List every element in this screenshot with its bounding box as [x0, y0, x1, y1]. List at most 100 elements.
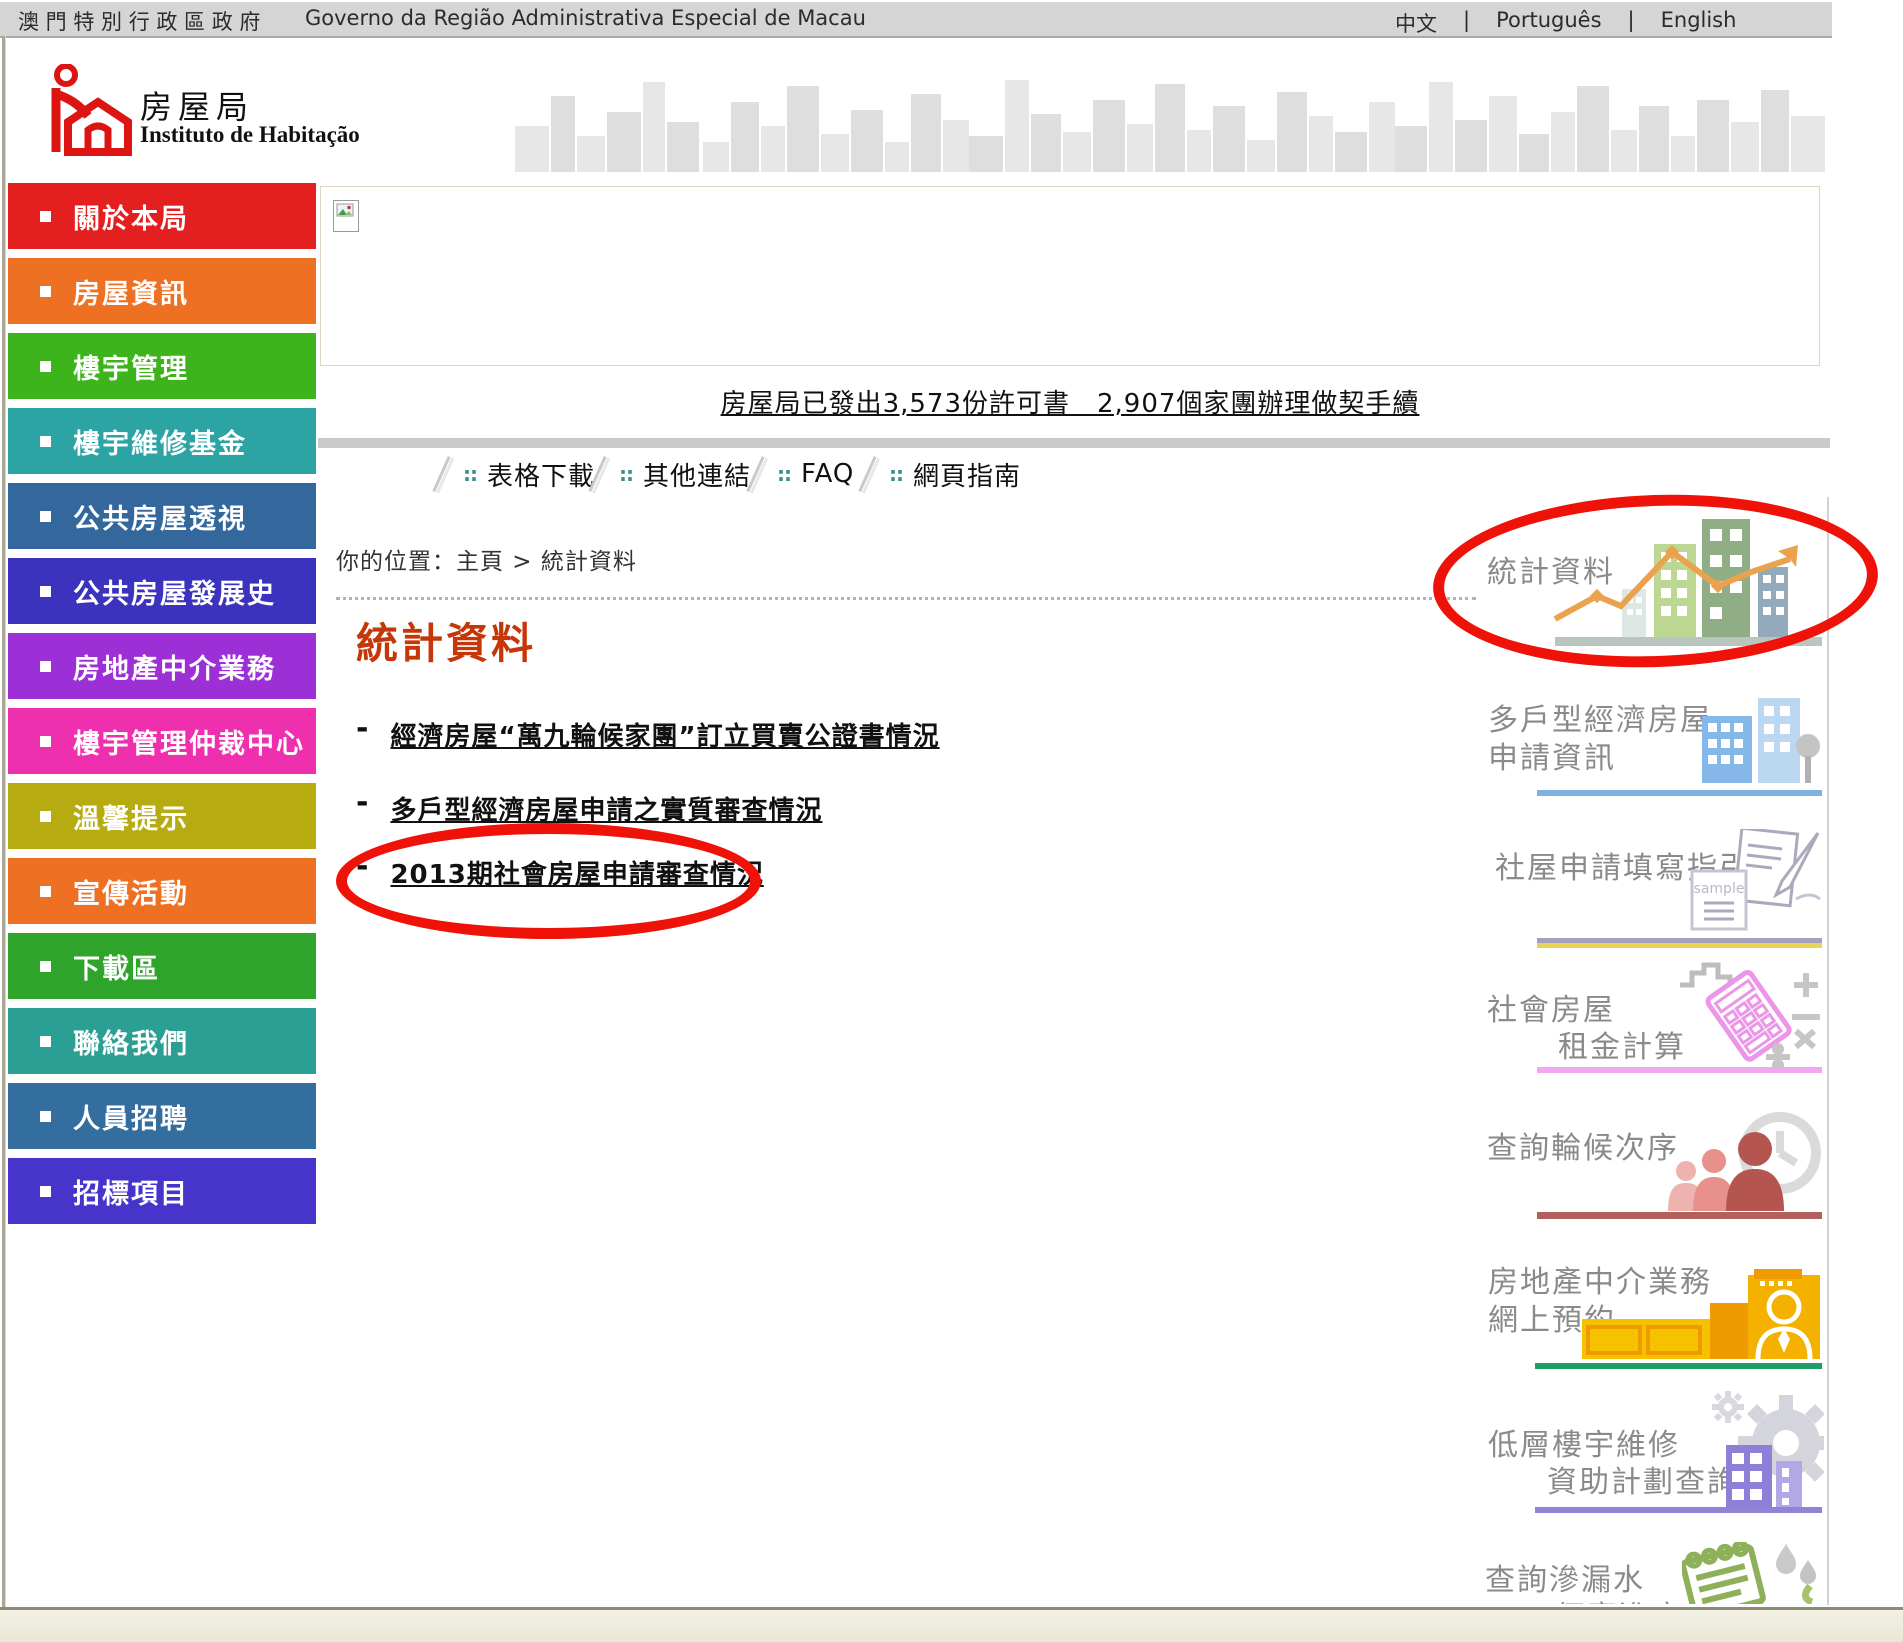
page-title: 統計資料 — [356, 610, 536, 671]
breadcrumb: 你的位置：主頁 > 統計資料 — [336, 542, 637, 576]
tab-link[interactable]: FAQ — [801, 459, 854, 489]
queue-people-clock-icon — [1658, 1105, 1824, 1215]
banner-placeholder-box — [320, 186, 1820, 366]
square-bullet-icon — [40, 661, 51, 672]
sidebar-item-public-housing[interactable]: 公共房屋透視 — [8, 483, 316, 549]
list-item: - 經濟房屋“萬九輪候家團”訂立買賣公證書情況 — [356, 716, 940, 753]
list-item: - 多戶型經濟房屋申請之實質審查情況 — [356, 790, 822, 827]
language-switcher: 中文 | Português | English — [1395, 8, 1736, 38]
ticker-link[interactable]: 房屋局已發出3,573份許可書 2,907個家團辦理做契手續 — [721, 389, 1420, 419]
sidebar-item-about[interactable]: 關於本局 — [8, 183, 316, 249]
slash-separator-icon — [858, 456, 876, 492]
promo-queue-status[interactable]: 查詢輪候次序 — [1460, 1105, 1826, 1223]
lang-chinese[interactable]: 中文 — [1395, 8, 1437, 38]
leak-notepad-icon — [1682, 1542, 1824, 1604]
sidebar-item-promotions[interactable]: 宣傳活動 — [8, 858, 316, 924]
promo-label: 申請資訊 — [1488, 733, 1616, 777]
dash-bullet: - — [356, 716, 368, 742]
dash-bullet: - — [356, 790, 368, 816]
city-skyline-banner-icon — [515, 70, 1830, 172]
housing-bureau-logo-icon[interactable] — [46, 64, 132, 156]
promo-underline — [1537, 1067, 1822, 1073]
svg-text:sample: sample — [1694, 881, 1745, 897]
tab-link[interactable]: 表格下載 — [487, 456, 595, 493]
right-rail-divider — [1827, 497, 1829, 1605]
square-bullet-icon — [40, 511, 51, 522]
tab-other-links: :: 其他連結 — [596, 452, 751, 496]
stat-link-2013-social-housing[interactable]: 2013期社會房屋申請審查情況 — [390, 854, 763, 891]
sidebar-item-recruitment[interactable]: 人員招聘 — [8, 1083, 316, 1149]
statistics-buildings-chart-icon — [1550, 497, 1826, 652]
window-bottom-strip — [0, 1607, 1903, 1642]
news-ticker: 房屋局已發出3,573份許可書 2,907個家團辦理做契手續 — [320, 383, 1820, 420]
square-bullet-icon — [40, 886, 51, 897]
sidebar-item-arbitration[interactable]: 樓宇管理仲裁中心 — [8, 708, 316, 774]
square-bullet-icon — [40, 286, 51, 297]
promo-label: 個案進度 — [1555, 1592, 1683, 1604]
slash-separator-icon — [432, 456, 450, 492]
square-bullet-icon — [40, 961, 51, 972]
tab-marker: :: — [889, 462, 903, 486]
gov-title-pt: Governo da Região Administrativa Especia… — [305, 6, 866, 30]
sidebar-item-building-mgmt[interactable]: 樓宇管理 — [8, 333, 316, 399]
lang-separator: | — [1628, 8, 1635, 38]
tab-site-guide: :: 網頁指南 — [866, 452, 1021, 496]
gears-building-icon — [1682, 1385, 1824, 1511]
promo-label: 租金計算 — [1558, 1022, 1686, 1066]
promo-agent-booking[interactable]: 房地產中介業務 網上預約 — [1460, 1255, 1826, 1373]
agent-booking-icon — [1582, 1269, 1824, 1363]
lang-separator: | — [1463, 8, 1470, 38]
promo-underline — [1537, 1212, 1822, 1219]
square-bullet-icon — [40, 586, 51, 597]
sidebar-item-downloads[interactable]: 下載區 — [8, 933, 316, 999]
square-bullet-icon — [40, 736, 51, 747]
square-bullet-icon — [40, 811, 51, 822]
tab-marker: :: — [619, 462, 633, 486]
square-bullet-icon — [40, 1186, 51, 1197]
promo-statistics[interactable]: 統計資料 — [1460, 497, 1826, 662]
page-left-border — [2, 36, 6, 1607]
tab-marker: :: — [463, 462, 477, 486]
gov-title-zh: 澳 門 特 別 行 政 區 政 府 — [18, 6, 260, 36]
promo-repair-scheme[interactable]: 低層樓宇維修 資助計劃查詢 — [1460, 1385, 1826, 1517]
sidebar-item-tenders[interactable]: 招標項目 — [8, 1158, 316, 1224]
promo-leak-enquiry[interactable]: 查詢滲漏水 個案進度 — [1460, 1540, 1826, 1604]
square-bullet-icon — [40, 1036, 51, 1047]
list-item: - 2013期社會房屋申請審查情況 — [356, 854, 764, 891]
sidebar-item-tips[interactable]: 溫馨提示 — [8, 783, 316, 849]
promo-underline — [1535, 1363, 1822, 1369]
tab-link[interactable]: 其他連結 — [643, 456, 751, 493]
square-bullet-icon — [40, 1111, 51, 1122]
promo-underline — [1535, 1507, 1822, 1513]
square-bullet-icon — [40, 436, 51, 447]
tab-faq: :: FAQ — [754, 452, 854, 496]
promo-economic-housing-info[interactable]: 多戶型經濟房屋 申請資訊 — [1460, 690, 1826, 800]
lang-english[interactable]: English — [1661, 8, 1737, 38]
section-divider-bar — [318, 438, 1830, 448]
sidebar-item-estate-agency[interactable]: 房地產中介業務 — [8, 633, 316, 699]
sidebar-item-repair-fund[interactable]: 樓宇維修基金 — [8, 408, 316, 474]
blue-buildings-icon — [1700, 698, 1822, 788]
dash-bullet: - — [356, 854, 368, 880]
broken-image-icon — [333, 200, 359, 232]
tab-forms-download: :: 表格下載 — [440, 452, 595, 496]
tab-marker: :: — [777, 462, 791, 486]
form-writing-icon: sample — [1678, 829, 1824, 935]
promo-underline — [1537, 943, 1822, 948]
stat-link-economic-housing-review[interactable]: 多戶型經濟房屋申請之實質審查情況 — [390, 790, 822, 827]
dotted-divider — [336, 597, 1476, 600]
sidebar-item-housing-history[interactable]: 公共房屋發展史 — [8, 558, 316, 624]
sidebar-item-housing-info[interactable]: 房屋資訊 — [8, 258, 316, 324]
promo-rent-calculator[interactable]: 社會房屋 租金計算 — [1460, 955, 1826, 1080]
tab-link[interactable]: 網頁指南 — [913, 456, 1021, 493]
square-bullet-icon — [40, 211, 51, 222]
promo-form-guide[interactable]: 社屋申請填寫指引 sample — [1460, 833, 1826, 953]
promo-underline — [1537, 790, 1822, 796]
bureau-name-pt: Instituto de Habitação — [140, 122, 360, 148]
promo-label: 查詢輪候次序 — [1487, 1123, 1679, 1167]
stat-link-sale-deeds[interactable]: 經濟房屋“萬九輪候家團”訂立買賣公證書情況 — [390, 716, 939, 753]
pink-calculator-icon — [1678, 955, 1824, 1070]
lang-portuguese[interactable]: Português — [1496, 8, 1601, 38]
square-bullet-icon — [40, 361, 51, 372]
sidebar-item-contact[interactable]: 聯絡我們 — [8, 1008, 316, 1074]
